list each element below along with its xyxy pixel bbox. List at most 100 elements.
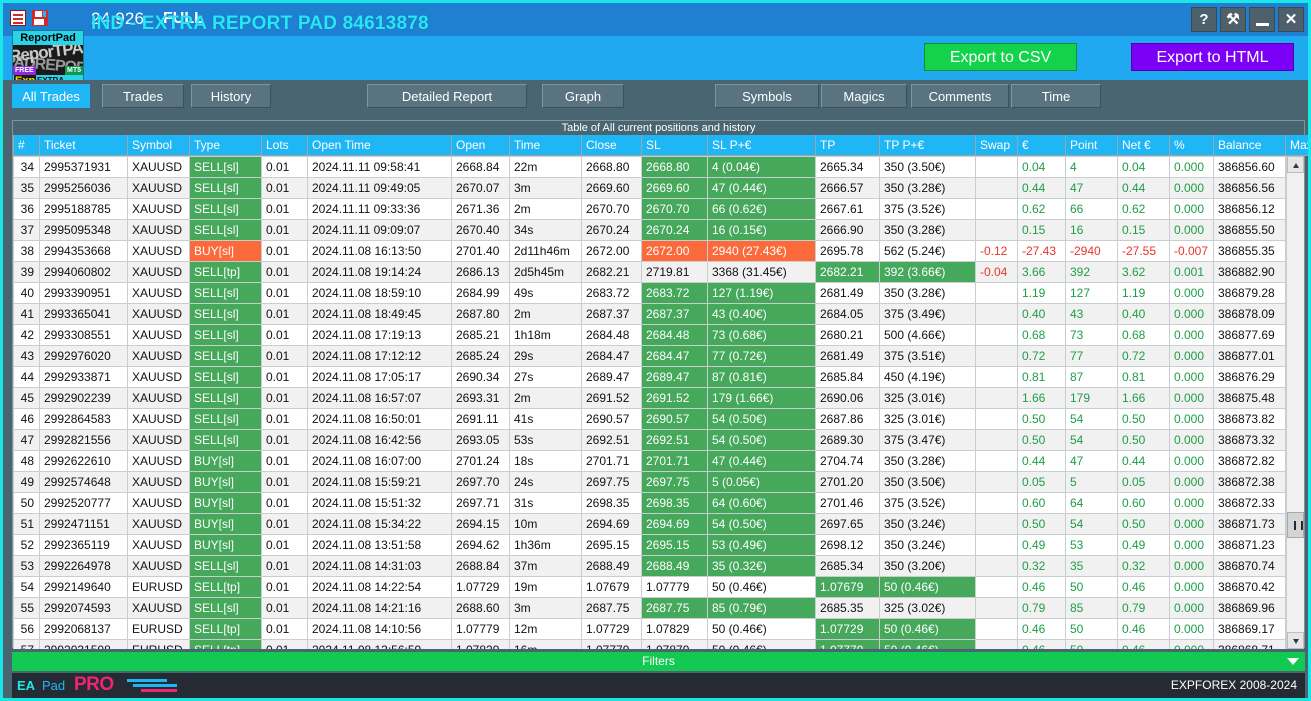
column-header[interactable]: Type [189, 135, 262, 156]
chevron-down-icon[interactable] [1287, 658, 1299, 665]
cell-slp: 85 (0.79€) [707, 597, 816, 619]
column-header[interactable]: Lots [261, 135, 308, 156]
table-row[interactable]: 48 2992622610 XAUUSD BUY[sl] 0.01 2024.11.08 … [13, 450, 1304, 472]
column-header[interactable]: Open [451, 135, 510, 156]
cell-tp: 2681.49 [815, 345, 880, 367]
cell-ticket: 2994353668 [39, 240, 128, 262]
logo-name: ReportPad [13, 31, 83, 45]
column-header[interactable]: Balance [1213, 135, 1286, 156]
table-row[interactable]: 43 2992976020 XAUUSD SELL[sl] 0.01 2024.11.08… [13, 345, 1304, 367]
cell-close: 2669.60 [581, 177, 642, 199]
export-html-button[interactable]: Export to HTML [1131, 43, 1294, 71]
header-strip [3, 36, 1308, 80]
table-row[interactable]: 54 2992149640 EURUSD SELL[tp] 0.01 2024.11.08… [13, 576, 1304, 598]
tab-trades[interactable]: Trades [102, 84, 184, 108]
tab-magics[interactable]: Magics [821, 84, 907, 108]
table-row[interactable]: 572992031508EURUSDSELL[tp]0.012024.11.08… [13, 639, 1304, 649]
column-header[interactable]: Ticket [39, 135, 128, 156]
scroll-down-arrow-icon[interactable] [1287, 632, 1304, 649]
cell-lots: 0.01 [261, 597, 308, 619]
help-button[interactable]: ? [1191, 7, 1217, 32]
column-header[interactable]: Symbol [127, 135, 190, 156]
column-header[interactable]: € [1017, 135, 1066, 156]
cell-tpp: 450 (4.19€) [879, 366, 976, 388]
table-row[interactable]: 44 2992933871 XAUUSD SELL[sl] 0.01 2024.11.08… [13, 366, 1304, 388]
table-row[interactable]: 38 2994353668 XAUUSD BUY[sl] 0.01 2024.11.08 … [13, 240, 1304, 262]
table-row[interactable]: 46 2992864583 XAUUSD SELL[sl] 0.01 2024.11.08… [13, 408, 1304, 430]
table-row[interactable]: 37 2995095348 XAUUSD SELL[sl] 0.01 2024.11.11… [13, 219, 1304, 241]
column-header[interactable]: # [13, 135, 40, 156]
table-row[interactable]: 39 2994060802 XAUUSD SELL[tp] 0.01 2024.11.08… [13, 261, 1304, 283]
filters-bar[interactable]: Filters [12, 652, 1305, 671]
vertical-scrollbar[interactable] [1286, 156, 1304, 649]
settings-icon[interactable]: ⚒ [1220, 7, 1246, 32]
table-row[interactable]: 55 2992074593 XAUUSD SELL[sl] 0.01 2024.11.08… [13, 597, 1304, 619]
tab-all-trades[interactable]: All Trades [12, 84, 90, 108]
scroll-up-arrow-icon[interactable] [1287, 156, 1304, 173]
table-row[interactable]: 35 2995256036 XAUUSD SELL[sl] 0.01 2024.11.11… [13, 177, 1304, 199]
cell-sl: 2683.72 [641, 282, 708, 304]
table-row[interactable]: 51 2992471151 XAUUSD BUY[sl] 0.01 2024.11.08 … [13, 513, 1304, 535]
cell-type: SELL[sl] [189, 597, 262, 619]
column-header[interactable]: Open Time [307, 135, 452, 156]
column-header[interactable]: Close [581, 135, 642, 156]
cell-open-time: 2024.11.08 17:19:13 [307, 324, 452, 346]
table-row[interactable]: 41 2993365041 XAUUSD SELL[sl] 0.01 2024.11.08… [13, 303, 1304, 325]
table-row[interactable]: 40 2993390951 XAUUSD SELL[sl] 0.01 2024.11.08… [13, 282, 1304, 304]
cell-symbol: EURUSD [127, 618, 190, 640]
column-header[interactable]: Max p [1285, 135, 1308, 156]
tab-time[interactable]: Time [1011, 84, 1101, 108]
column-header[interactable]: SL P+€ [707, 135, 816, 156]
cell-idx: 51 [13, 513, 40, 535]
tab-detailed-report[interactable]: Detailed Report [367, 84, 527, 108]
table-row[interactable]: 52 2992365119 XAUUSD BUY[sl] 0.01 2024.11.08 … [13, 534, 1304, 556]
cell-tpp: 350 (3.24€) [879, 513, 976, 535]
table-row[interactable]: 50 2992520777 XAUUSD BUY[sl] 0.01 2024.11.08 … [13, 492, 1304, 514]
cell-tp: 1.07679 [815, 576, 880, 598]
cell-slp: 53 (0.49€) [707, 534, 816, 556]
table-row[interactable]: 49 2992574648 XAUUSD BUY[sl] 0.01 2024.11.08 … [13, 471, 1304, 493]
list-icon[interactable] [10, 10, 26, 26]
table-row[interactable]: 56 2992068137 EURUSD SELL[tp] 0.01 2024.11.08… [13, 618, 1304, 640]
scrollbar-thumb[interactable] [1287, 512, 1304, 538]
cell-eur: 0.04 [1017, 156, 1066, 178]
cell-eur: 0.50 [1017, 408, 1066, 430]
table-row[interactable]: 34 2995371931 XAUUSD SELL[sl] 0.01 2024.11.11… [13, 156, 1304, 178]
cell-point: 47 [1065, 450, 1118, 472]
cell-net: 0.46 [1117, 618, 1170, 640]
table-row[interactable]: 42 2993308551 XAUUSD SELL[sl] 0.01 2024.11.08… [13, 324, 1304, 346]
tab-symbols[interactable]: Symbols [715, 84, 819, 108]
cell-symbol: XAUUSD [127, 366, 190, 388]
column-header[interactable]: % [1169, 135, 1214, 156]
cell-open: 2697.71 [451, 492, 510, 514]
cell-swap [975, 534, 1018, 556]
column-header[interactable]: TP P+€ [879, 135, 976, 156]
export-csv-button[interactable]: Export to CSV [924, 43, 1077, 71]
save-icon[interactable] [32, 10, 48, 26]
table-row[interactable]: 36 2995188785 XAUUSD SELL[sl] 0.01 2024.11.11… [13, 198, 1304, 220]
table-row[interactable]: 45 2992902239 XAUUSD SELL[sl] 0.01 2024.11.08… [13, 387, 1304, 409]
column-header[interactable]: Net € [1117, 135, 1170, 156]
column-header[interactable]: TP [815, 135, 880, 156]
table-row[interactable]: 53 2992264978 XAUUSD SELL[sl] 0.01 2024.11.08… [13, 555, 1304, 577]
cell-idx: 56 [13, 618, 40, 640]
cell-type: SELL[sl] [189, 219, 262, 241]
cell-swap [975, 555, 1018, 577]
tab-comments[interactable]: Comments [911, 84, 1009, 108]
column-header[interactable]: Time [509, 135, 582, 156]
minimize-button[interactable] [1249, 7, 1275, 32]
tab-graph[interactable]: Graph [542, 84, 624, 108]
cell-tpp: 375 (3.47€) [879, 429, 976, 451]
column-header[interactable]: SL [641, 135, 708, 156]
cell-symbol: XAUUSD [127, 597, 190, 619]
footer-pro-label: PRO [74, 674, 114, 695]
column-header[interactable]: Point [1065, 135, 1118, 156]
cell-ticket: 2993365041 [39, 303, 128, 325]
logo-free-badge: FREE [13, 66, 36, 75]
table-row[interactable]: 47 2992821556 XAUUSD SELL[sl] 0.01 2024.11.08… [13, 429, 1304, 451]
tab-history[interactable]: History [191, 84, 271, 108]
cell-swap [975, 324, 1018, 346]
column-header[interactable]: Swap [975, 135, 1018, 156]
close-button[interactable]: ✕ [1278, 7, 1304, 32]
cell-open: 2693.31 [451, 387, 510, 409]
